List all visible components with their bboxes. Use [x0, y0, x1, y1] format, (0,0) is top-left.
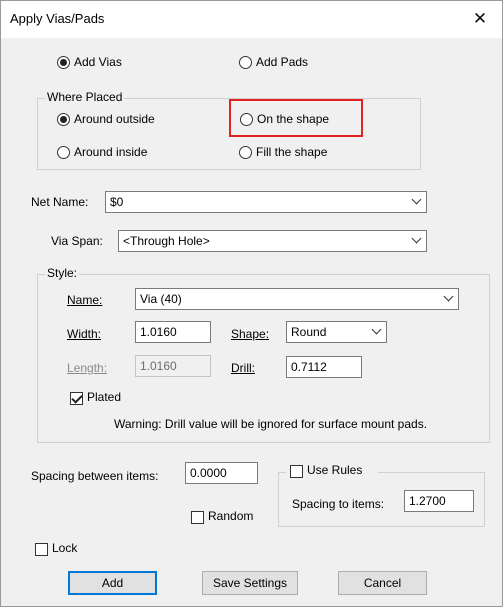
add-vias-label[interactable]: Add Vias — [74, 55, 122, 69]
net-name-label: Net Name: — [31, 195, 89, 209]
save-settings-button[interactable]: Save Settings — [202, 571, 298, 595]
style-name-value: Via (40) — [140, 292, 182, 306]
around-inside-radio[interactable] — [57, 146, 70, 159]
around-outside-radio[interactable] — [57, 113, 70, 126]
net-name-combo[interactable]: $0 — [105, 191, 427, 213]
fill-the-shape-label[interactable]: Fill the shape — [256, 145, 327, 159]
title-bar: Apply Vias/Pads ✕ — [1, 1, 502, 38]
add-vias-radio[interactable] — [57, 56, 70, 69]
via-span-combo[interactable]: <Through Hole> — [118, 230, 427, 252]
style-name-label: Name: — [67, 293, 103, 307]
chevron-down-icon[interactable] — [411, 194, 422, 205]
use-rules-checkbox[interactable] — [290, 465, 303, 478]
spacing-between-input[interactable]: 0.0000 — [185, 462, 258, 484]
random-label[interactable]: Random — [208, 509, 253, 523]
drill-warning-text: Warning: Drill value will be ignored for… — [114, 417, 428, 431]
drill-input[interactable]: 0.7112 — [286, 356, 362, 378]
lock-label[interactable]: Lock — [52, 541, 77, 555]
use-rules-label[interactable]: Use Rules — [307, 463, 362, 477]
add-pads-radio[interactable] — [239, 56, 252, 69]
on-the-shape-label[interactable]: On the shape — [257, 112, 329, 126]
window-title: Apply Vias/Pads — [10, 11, 105, 26]
shape-value: Round — [291, 325, 327, 339]
on-the-shape-radio[interactable] — [240, 113, 253, 126]
via-span-label: Via Span: — [51, 234, 103, 248]
style-legend: Style: — [45, 266, 80, 280]
chevron-down-icon[interactable] — [443, 291, 454, 302]
add-button[interactable]: Add — [68, 571, 157, 595]
random-checkbox[interactable] — [191, 511, 204, 524]
chevron-down-icon[interactable] — [411, 233, 422, 244]
plated-checkbox[interactable] — [70, 392, 83, 405]
length-input: 1.0160 — [135, 355, 211, 377]
apply-vias-pads-dialog: Apply Vias/Pads ✕ Add Vias Add Pads Wher… — [0, 0, 503, 607]
net-name-value: $0 — [110, 195, 124, 209]
width-input[interactable]: 1.0160 — [135, 321, 211, 343]
shape-combo[interactable]: Round — [286, 321, 387, 343]
around-outside-label[interactable]: Around outside — [74, 112, 155, 126]
spacing-to-items-label: Spacing to items: — [292, 497, 385, 511]
length-label: Length: — [67, 361, 108, 375]
spacing-to-items-input[interactable]: 1.2700 — [404, 490, 474, 512]
shape-label: Shape: — [231, 327, 270, 341]
around-inside-label[interactable]: Around inside — [74, 145, 147, 159]
close-icon[interactable]: ✕ — [458, 1, 502, 37]
width-label: Width: — [67, 327, 102, 341]
cancel-button[interactable]: Cancel — [338, 571, 427, 595]
add-pads-label[interactable]: Add Pads — [256, 55, 308, 69]
via-span-value: <Through Hole> — [123, 234, 210, 248]
chevron-down-icon[interactable] — [371, 324, 382, 335]
lock-checkbox[interactable] — [35, 543, 48, 556]
style-name-combo[interactable]: Via (40) — [135, 288, 459, 310]
fill-the-shape-radio[interactable] — [239, 146, 252, 159]
drill-label: Drill: — [231, 361, 255, 375]
use-rules-legend: Use Rules — [286, 463, 378, 480]
spacing-between-label: Spacing between items: — [31, 469, 159, 483]
where-placed-legend: Where Placed — [45, 90, 125, 104]
plated-label[interactable]: Plated — [87, 390, 121, 404]
